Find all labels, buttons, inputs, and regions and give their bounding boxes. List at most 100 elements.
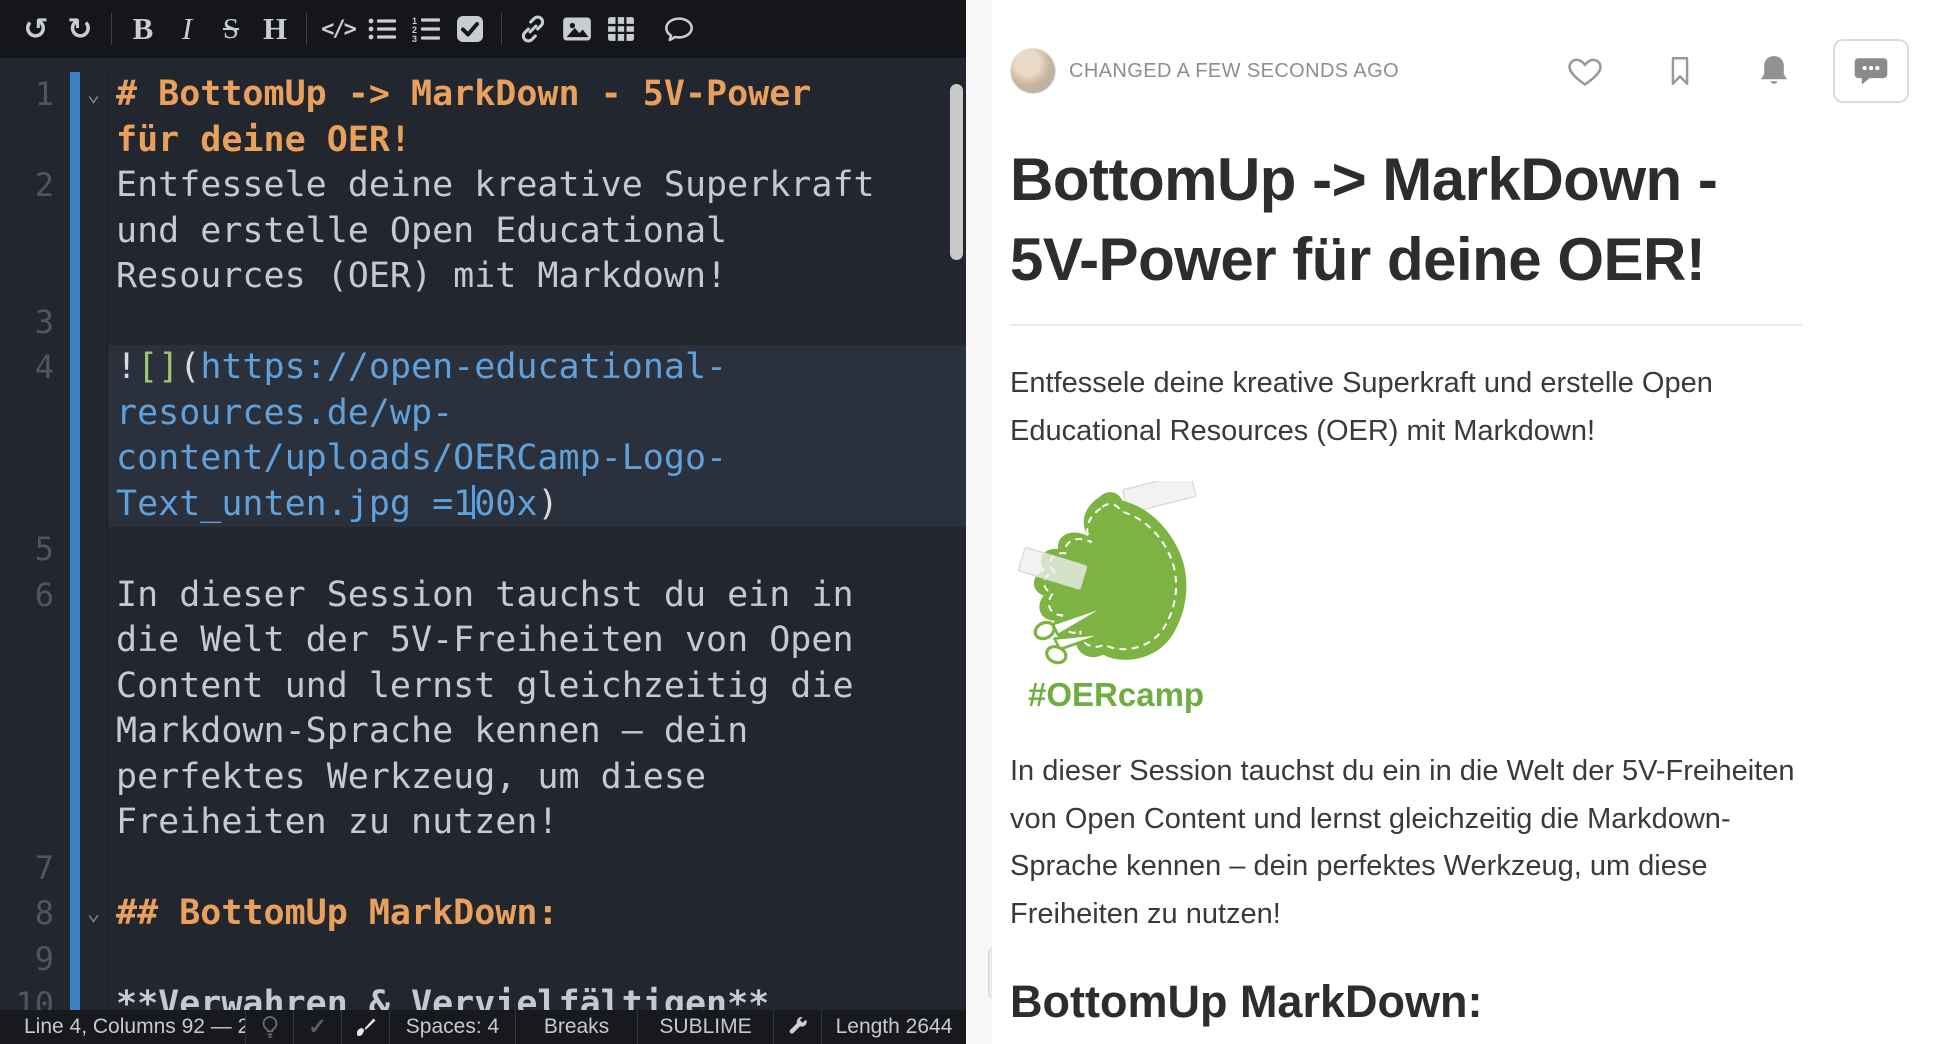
subscribe-button[interactable] [1755, 51, 1793, 91]
line-number [0, 709, 70, 755]
italic-button[interactable]: I [165, 7, 209, 51]
spellcheck-button[interactable]: ✓ [294, 1010, 342, 1044]
fold-gutter [80, 527, 108, 573]
code-text [108, 300, 966, 346]
line-number [0, 209, 70, 255]
code-text: resources.de/wp- [108, 391, 966, 437]
fold-toggle-icon[interactable]: ⌄ [80, 72, 108, 118]
table-button[interactable] [599, 7, 643, 51]
unordered-list-icon [367, 16, 397, 42]
code-text: # BottomUp -> MarkDown - 5V-Power [108, 72, 966, 118]
strikethrough-button[interactable]: S [209, 7, 253, 51]
bookmark-icon [1663, 51, 1697, 91]
code-row[interactable]: für deine OER! [0, 118, 966, 164]
code-row[interactable]: 4![](https://open-educational- [0, 345, 966, 391]
check-list-icon [456, 15, 484, 43]
hint-button[interactable] [246, 1010, 294, 1044]
keymap-setting[interactable]: SUBLIME [638, 1010, 774, 1044]
like-button[interactable] [1565, 52, 1605, 90]
code-row[interactable]: content/uploads/OERCamp-Logo- [0, 436, 966, 482]
authorship-bar [70, 482, 80, 528]
format-brush-button[interactable] [342, 1010, 390, 1044]
code-row[interactable]: 10 **Verwahren & Vervielfältigen** [0, 982, 966, 1010]
avatar[interactable] [1010, 48, 1056, 94]
preview-header: CHANGED A FEW SECONDS AGO [1010, 38, 1909, 104]
line-number: 10 [0, 982, 70, 1010]
toolbar-separator [306, 13, 307, 45]
line-number: 8 [0, 891, 70, 937]
code-row[interactable]: perfektes Werkzeug, um diese [0, 755, 966, 801]
bold-button[interactable]: B [121, 7, 165, 51]
code-text [108, 937, 966, 983]
image-button[interactable] [555, 7, 599, 51]
code-row[interactable]: Text_unten.jpg =100x) [0, 482, 966, 528]
code-button[interactable]: </> [316, 7, 360, 51]
editor-input[interactable]: 1⌄# BottomUp -> MarkDown - 5V-Powerfür d… [0, 58, 966, 1010]
preferences-button[interactable] [774, 1010, 822, 1044]
fold-toggle-icon[interactable]: ⌄ [80, 891, 108, 937]
table-icon [607, 16, 635, 42]
fold-gutter [80, 664, 108, 710]
bookmark-button[interactable] [1663, 51, 1697, 91]
toolbar-separator [111, 13, 112, 45]
undo-button[interactable]: ↺ [14, 7, 58, 51]
editor-scrollbar[interactable] [950, 84, 963, 260]
line-number [0, 755, 70, 801]
fold-gutter [80, 573, 108, 619]
fold-gutter [80, 618, 108, 664]
code-row[interactable]: 3 [0, 300, 966, 346]
code-row[interactable]: resources.de/wp- [0, 391, 966, 437]
comments-panel-button[interactable] [1833, 39, 1909, 103]
brush-icon [354, 1015, 378, 1039]
linebreak-setting[interactable]: Breaks [516, 1010, 638, 1044]
code-row[interactable]: 6In dieser Session tauchst du ein in [0, 573, 966, 619]
ordered-list-button[interactable]: 1 2 3 [404, 7, 448, 51]
fold-gutter [80, 391, 108, 437]
authorship-bar [70, 982, 80, 1010]
check-list-button[interactable] [448, 7, 492, 51]
code-row[interactable]: 1⌄# BottomUp -> MarkDown - 5V-Power [0, 72, 966, 118]
line-number: 1 [0, 72, 70, 118]
code-row[interactable]: 7 [0, 846, 966, 892]
code-row[interactable]: 8⌄## BottomUp MarkDown: [0, 891, 966, 937]
code-row[interactable]: Freiheiten zu nutzen! [0, 800, 966, 846]
code-row[interactable]: die Welt der 5V-Freiheiten von Open [0, 618, 966, 664]
cursor-position: Line 4, Columns 92 — 21 [0, 1010, 246, 1044]
comment-button[interactable] [657, 7, 701, 51]
code-row[interactable]: Markdown-Sprache kennen – dein [0, 709, 966, 755]
code-text: Resources (OER) mit Markdown! [108, 254, 966, 300]
authorship-bar [70, 163, 80, 209]
heart-icon [1565, 52, 1605, 90]
preview-pane: CHANGED A FEW SECONDS AGO [992, 0, 1938, 1044]
code-row[interactable]: 9 [0, 937, 966, 983]
code-row[interactable]: Resources (OER) mit Markdown! [0, 254, 966, 300]
document-length: Length 2644 [822, 1010, 966, 1044]
line-number: 7 [0, 846, 70, 892]
redo-button[interactable]: ↻ [58, 7, 102, 51]
authorship-bar [70, 209, 80, 255]
fold-gutter [80, 163, 108, 209]
fold-gutter [80, 755, 108, 801]
heading-button[interactable]: H [253, 7, 297, 51]
toolbar-separator [501, 13, 502, 45]
oercamp-logo-caption: #OERcamp [1028, 676, 1220, 714]
editor-toolbar: ↺ ↻ B I S H </> 1 2 3 [0, 0, 966, 58]
indent-setting[interactable]: Spaces: 4 [390, 1010, 516, 1044]
line-number [0, 436, 70, 482]
code-row[interactable]: und erstelle Open Educational [0, 209, 966, 255]
code-row[interactable]: 2Entfessele deine kreative Superkraft [0, 163, 966, 209]
authorship-bar [70, 345, 80, 391]
line-number: 9 [0, 937, 70, 983]
code-text: **Verwahren & Vervielfältigen** [108, 982, 966, 1010]
code-text: die Welt der 5V-Freiheiten von Open [108, 618, 966, 664]
oercamp-logo: #OERcamp [1010, 481, 1220, 714]
code-row[interactable]: Content und lernst gleichzeitig die [0, 664, 966, 710]
line-number: 4 [0, 345, 70, 391]
fold-gutter [80, 800, 108, 846]
unordered-list-button[interactable] [360, 7, 404, 51]
code-text: Entfessele deine kreative Superkraft [108, 163, 966, 209]
code-row[interactable]: 5 [0, 527, 966, 573]
fold-gutter [80, 482, 108, 528]
code-text: In dieser Session tauchst du ein in [108, 573, 966, 619]
link-button[interactable] [511, 7, 555, 51]
